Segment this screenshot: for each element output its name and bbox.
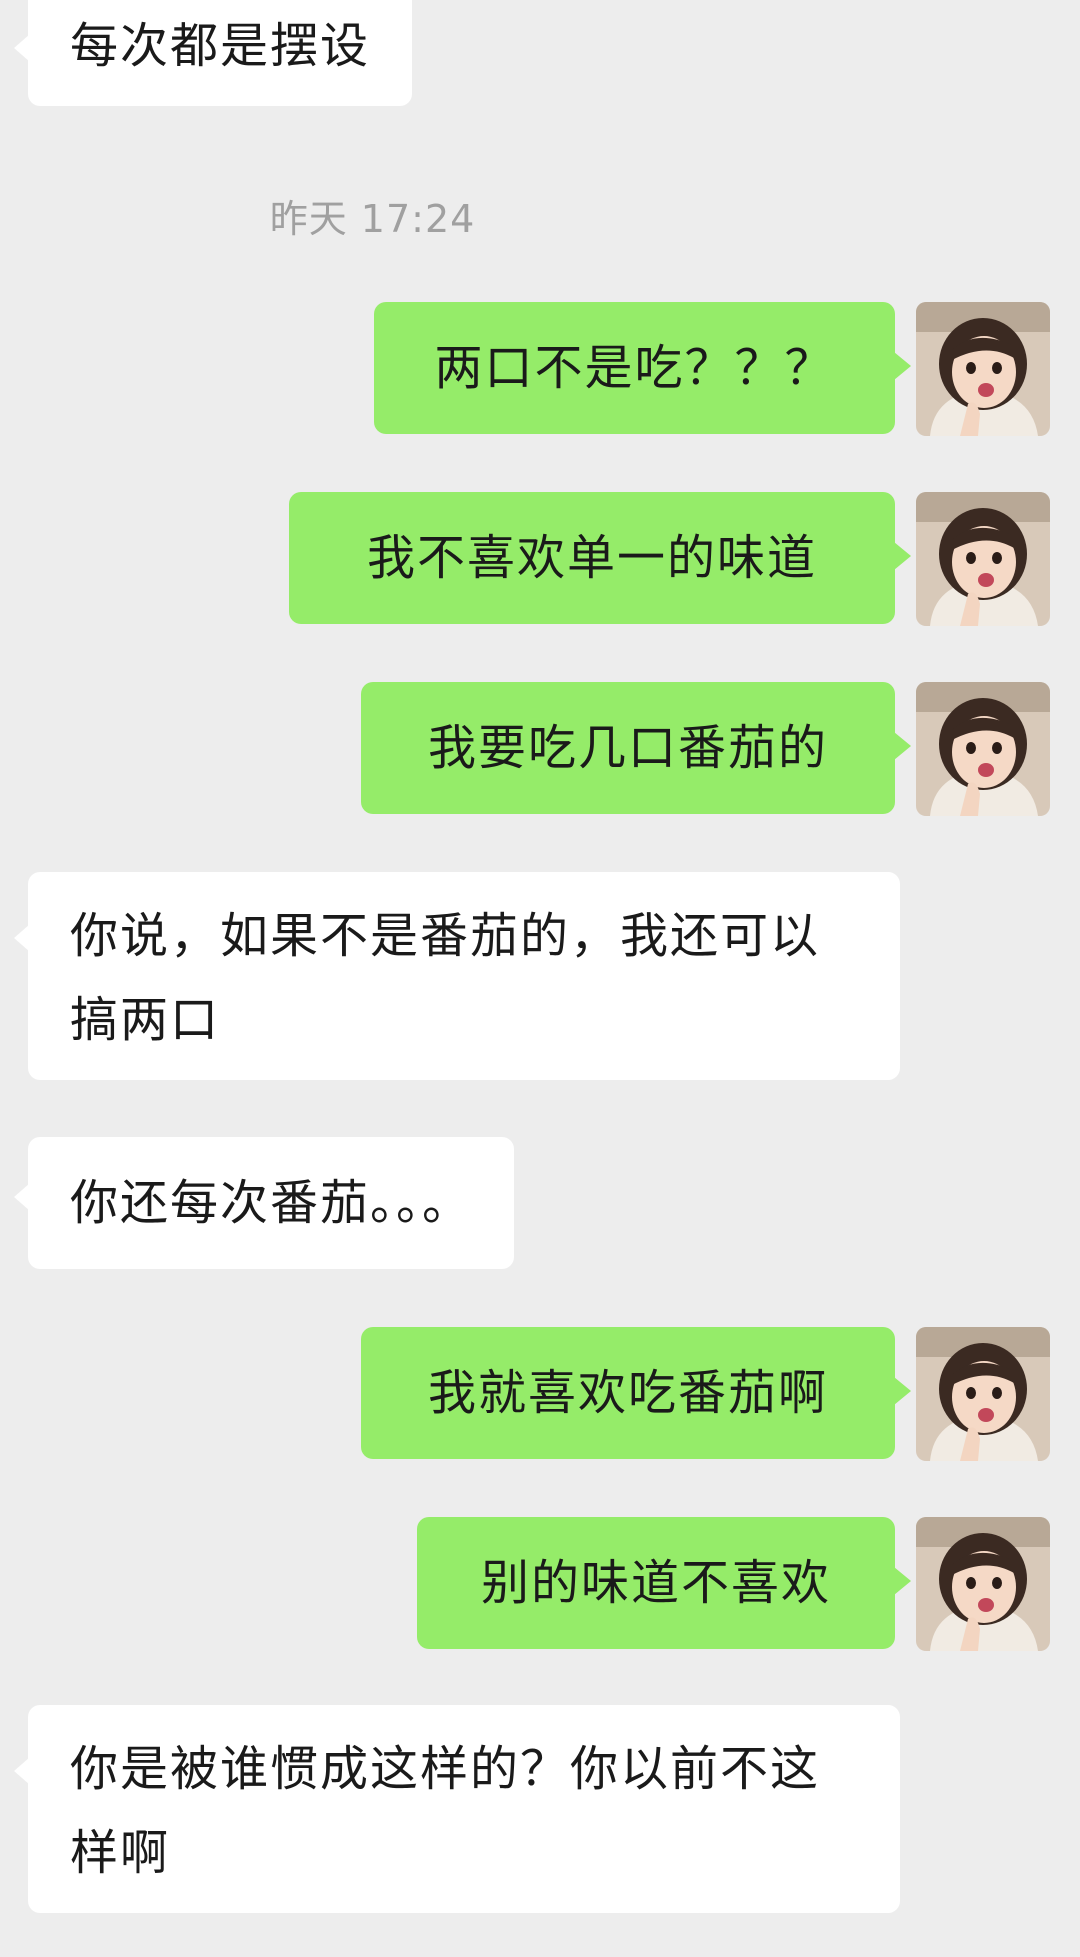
message-incoming[interactable]: 你是被谁惯成这样的？你以前不这样啊 bbox=[14, 1705, 900, 1913]
girl-photo-avatar-icon[interactable] bbox=[916, 1327, 1050, 1461]
message-text: 你说，如果不是番茄的，我还可以搞两口 bbox=[70, 908, 821, 1048]
girl-photo-avatar-icon[interactable] bbox=[916, 492, 1050, 626]
message-outgoing[interactable]: 我就喜欢吃番茄啊 bbox=[361, 1327, 911, 1459]
message-text: 我要吃几口番茄的 bbox=[427, 720, 828, 776]
message-text: 每次都是摆设 bbox=[70, 18, 371, 74]
message-outgoing[interactable]: 别的味道不喜欢 bbox=[417, 1517, 911, 1649]
message-incoming[interactable]: 每次都是摆设 bbox=[13, 0, 413, 106]
message-text: 别的味道不喜欢 bbox=[480, 1555, 831, 1611]
girl-photo-avatar-icon[interactable] bbox=[916, 1517, 1050, 1651]
message-text: 两口不是吃？？？ bbox=[434, 340, 835, 396]
message-outgoing[interactable]: 两口不是吃？？？ bbox=[374, 302, 911, 434]
message-text: 你是被谁惯成这样的？你以前不这样啊 bbox=[70, 1741, 821, 1881]
girl-photo-avatar-icon[interactable] bbox=[916, 302, 1050, 436]
chat-window: 每次都是摆设 昨天 17:24 两口不是吃？？？ 我不喜欢单一的味道 我要吃几口… bbox=[0, 0, 1080, 1957]
message-text: 我就喜欢吃番茄啊 bbox=[427, 1365, 828, 1421]
message-outgoing[interactable]: 我要吃几口番茄的 bbox=[361, 682, 911, 814]
message-text: 你还每次番茄。。。 bbox=[70, 1175, 473, 1231]
girl-photo-avatar-icon[interactable] bbox=[916, 682, 1050, 816]
message-text: 我不喜欢单一的味道 bbox=[366, 530, 817, 586]
message-outgoing[interactable]: 我不喜欢单一的味道 bbox=[289, 492, 911, 624]
message-timestamp: 昨天 17:24 bbox=[269, 197, 476, 241]
message-incoming[interactable]: 你说，如果不是番茄的，我还可以搞两口 bbox=[14, 872, 900, 1080]
message-incoming[interactable]: 你还每次番茄。。。 bbox=[13, 1137, 515, 1269]
